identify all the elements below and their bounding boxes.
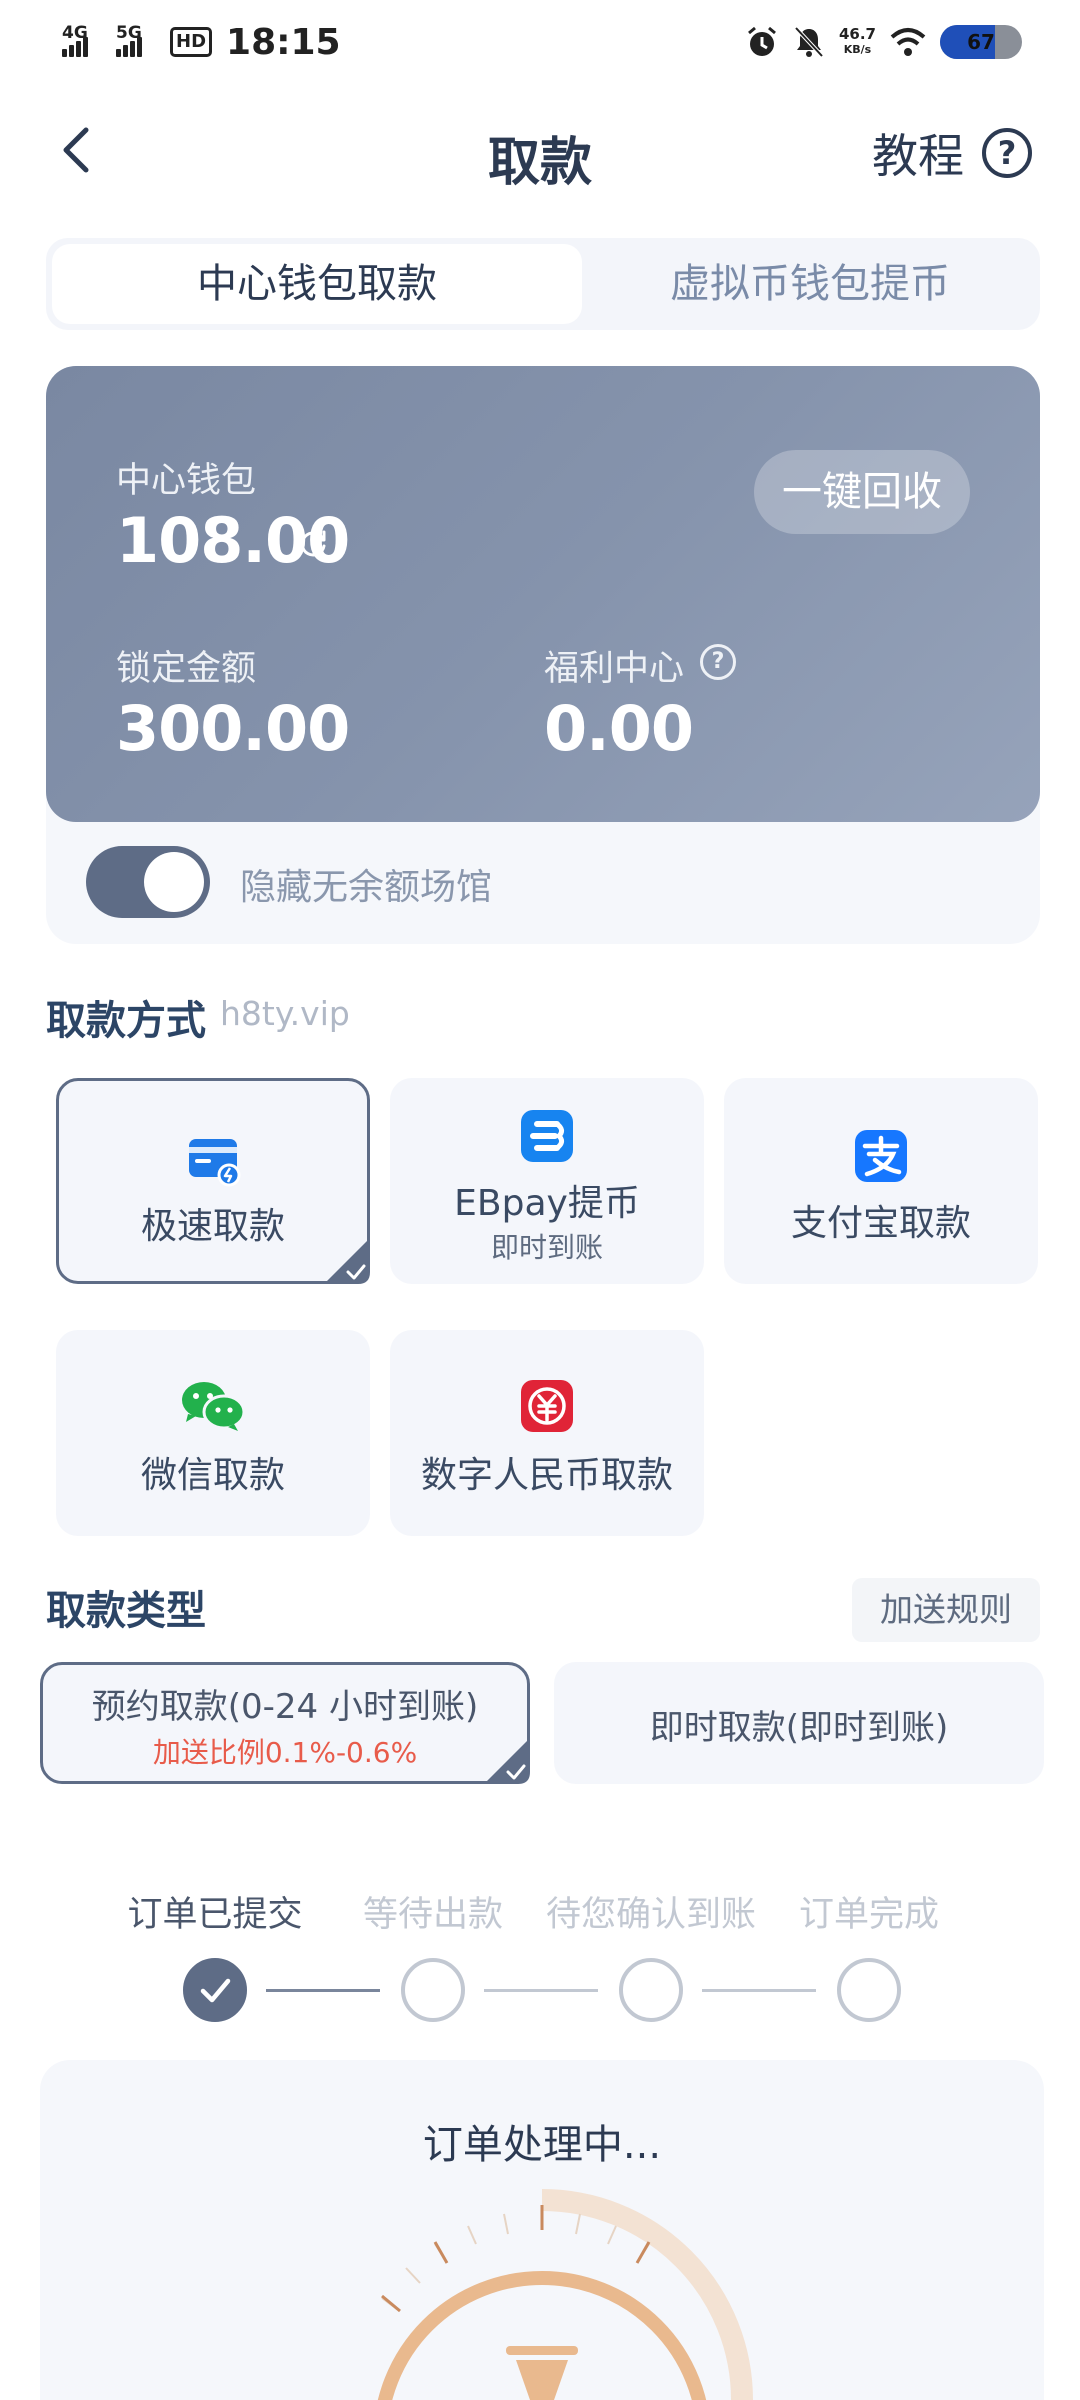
step-line-2 xyxy=(484,1989,598,1992)
method-label: 微信取款 xyxy=(140,1455,285,1496)
hide-empty-venues-toggle[interactable] xyxy=(86,846,210,918)
alarm-icon xyxy=(748,26,776,56)
app-header: 取款 教程 ? xyxy=(0,90,1080,210)
check-icon xyxy=(200,1978,231,2003)
welfare-amount-value: 0.00 xyxy=(544,692,694,765)
mute-bell-icon xyxy=(794,26,824,58)
refresh-icon[interactable] xyxy=(296,526,330,560)
type-title: 取款类型 xyxy=(46,1588,206,1634)
step-complete-label: 订单完成 xyxy=(798,1895,939,1935)
status-right: 46.7 KB/s 67 xyxy=(745,20,1022,64)
type-scheduled[interactable]: 预约取款(0-24 小时到账) 加送比例0.1%-0.6% xyxy=(40,1662,530,1784)
status-bar: 4G 5G HD 18:15 46.7 KB/s 67 xyxy=(0,0,1080,80)
step-3-dot xyxy=(619,1958,683,2022)
bonus-ratio-note: 加送比例0.1%-0.6% xyxy=(152,1736,418,1769)
bonus-rules-button[interactable]: 加送规则 xyxy=(852,1578,1040,1642)
clock: 18:15 xyxy=(226,21,341,63)
signal-5g-icon: 5G xyxy=(116,23,146,57)
method-fast-withdraw[interactable]: 极速取款 xyxy=(56,1078,370,1284)
hd-badge: HD xyxy=(170,27,213,57)
net1-label: 4G xyxy=(62,23,88,43)
hide-empty-venues-label: 隐藏无余额场馆 xyxy=(240,867,493,908)
method-wechat[interactable]: 微信取款 xyxy=(56,1330,370,1536)
wallet-card: 中心钱包 108.00 一键回收 锁定金额 300.00 福利中心 ? 0.00 xyxy=(46,366,1040,822)
step-2-dot xyxy=(401,1958,465,2022)
alipay-icon xyxy=(855,1130,907,1182)
step-submitted-label: 订单已提交 xyxy=(127,1895,303,1935)
hourglass-dial-icon xyxy=(377,2189,753,2400)
battery-level: 67 xyxy=(967,30,995,54)
step-line-1 xyxy=(266,1989,380,1992)
signal-4g-icon: 4G xyxy=(62,23,92,57)
tutorial-button[interactable]: 教程 ? xyxy=(872,120,1032,186)
tab-center-wallet[interactable]: 中心钱包取款 xyxy=(52,244,582,324)
method-alipay[interactable]: 支付宝取款 xyxy=(724,1078,1038,1284)
ecny-icon xyxy=(521,1380,573,1432)
locked-amount-value: 300.00 xyxy=(116,692,350,765)
one-click-recycle-button[interactable]: 一键回收 xyxy=(754,450,970,534)
method-label: EBpay提币 xyxy=(454,1183,640,1224)
method-digital-rmb[interactable]: 数字人民币取款 xyxy=(390,1330,704,1536)
step-1-check-icon xyxy=(183,1958,247,2022)
wallet-panel: 中心钱包 108.00 一键回收 锁定金额 300.00 福利中心 ? 0.00… xyxy=(46,366,1040,944)
net-speed: 46.7 KB/s xyxy=(839,27,876,57)
methods-title: 取款方式 xyxy=(46,998,206,1044)
step-line-3 xyxy=(702,1989,816,1992)
type-instant[interactable]: 即时取款(即时到账) xyxy=(554,1662,1044,1784)
wallet-tabs: 中心钱包取款 虚拟币钱包提币 xyxy=(46,238,1040,330)
method-sublabel: 即时到账 xyxy=(490,1231,603,1264)
method-ebpay[interactable]: EBpay提币 即时到账 xyxy=(390,1078,704,1284)
type-label: 预约取款(0-24 小时到账) xyxy=(91,1687,479,1727)
net-speed-unit: KB/s xyxy=(843,43,872,56)
step-4-dot xyxy=(837,1958,901,2022)
method-label: 极速取款 xyxy=(140,1206,285,1247)
processing-card: 订单处理中... xyxy=(40,2060,1044,2400)
net-speed-value: 46.7 xyxy=(838,25,876,43)
wifi-icon xyxy=(890,28,926,56)
center-wallet-label: 中心钱包 xyxy=(116,461,257,501)
help-icon: ? xyxy=(982,128,1032,178)
selected-check-icon xyxy=(324,1238,370,1284)
tab-crypto-wallet[interactable]: 虚拟币钱包提币 xyxy=(586,244,1034,324)
tutorial-label: 教程 xyxy=(872,129,964,183)
battery-icon: 67 xyxy=(940,25,1022,59)
welfare-info-icon[interactable]: ? xyxy=(700,644,736,680)
card-icon xyxy=(189,1139,241,1187)
wechat-icon xyxy=(182,1382,246,1431)
net2-label: 5G xyxy=(116,23,142,43)
welfare-center-label: 福利中心 xyxy=(544,649,685,689)
method-label: 数字人民币取款 xyxy=(420,1455,673,1496)
method-label: 支付宝取款 xyxy=(790,1203,971,1244)
ebpay-icon xyxy=(521,1110,573,1162)
step-confirm-label: 待您确认到账 xyxy=(545,1895,756,1935)
locked-amount-label: 锁定金额 xyxy=(116,649,257,689)
status-left: 4G 5G HD 18:15 xyxy=(62,14,341,70)
step-waiting-label: 等待出款 xyxy=(362,1895,503,1935)
type-label: 即时取款(即时到账) xyxy=(649,1708,949,1748)
selected-check-icon xyxy=(484,1738,530,1784)
methods-subtitle: h8ty.vip xyxy=(220,994,350,1033)
toggle-knob xyxy=(144,852,204,912)
